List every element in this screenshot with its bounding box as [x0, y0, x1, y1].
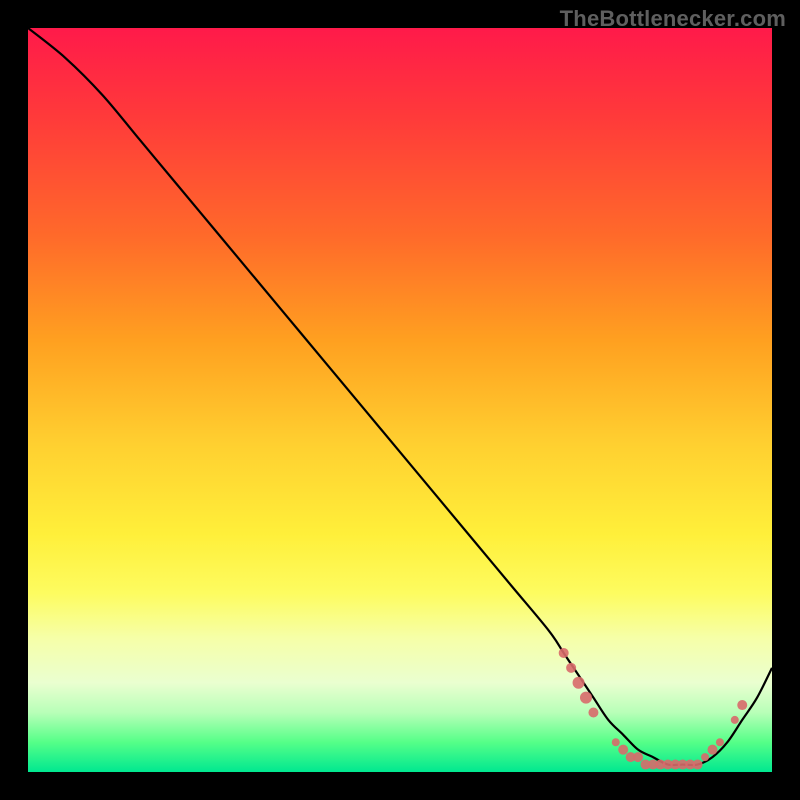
- bottleneck-curve: [28, 28, 772, 765]
- curve-svg: [28, 28, 772, 772]
- data-marker: [716, 738, 724, 746]
- data-marker: [612, 738, 620, 746]
- data-marker: [693, 760, 703, 770]
- data-marker: [580, 692, 592, 704]
- data-marker: [737, 700, 747, 710]
- data-marker: [618, 745, 628, 755]
- data-marker: [573, 677, 585, 689]
- data-marker: [633, 752, 643, 762]
- plot-area: [28, 28, 772, 772]
- data-marker: [559, 648, 569, 658]
- data-marker: [701, 753, 709, 761]
- data-marker: [566, 663, 576, 673]
- data-marker: [731, 716, 739, 724]
- chart-frame: TheBottlenecker.com: [0, 0, 800, 800]
- data-marker: [707, 745, 717, 755]
- data-marker: [588, 707, 598, 717]
